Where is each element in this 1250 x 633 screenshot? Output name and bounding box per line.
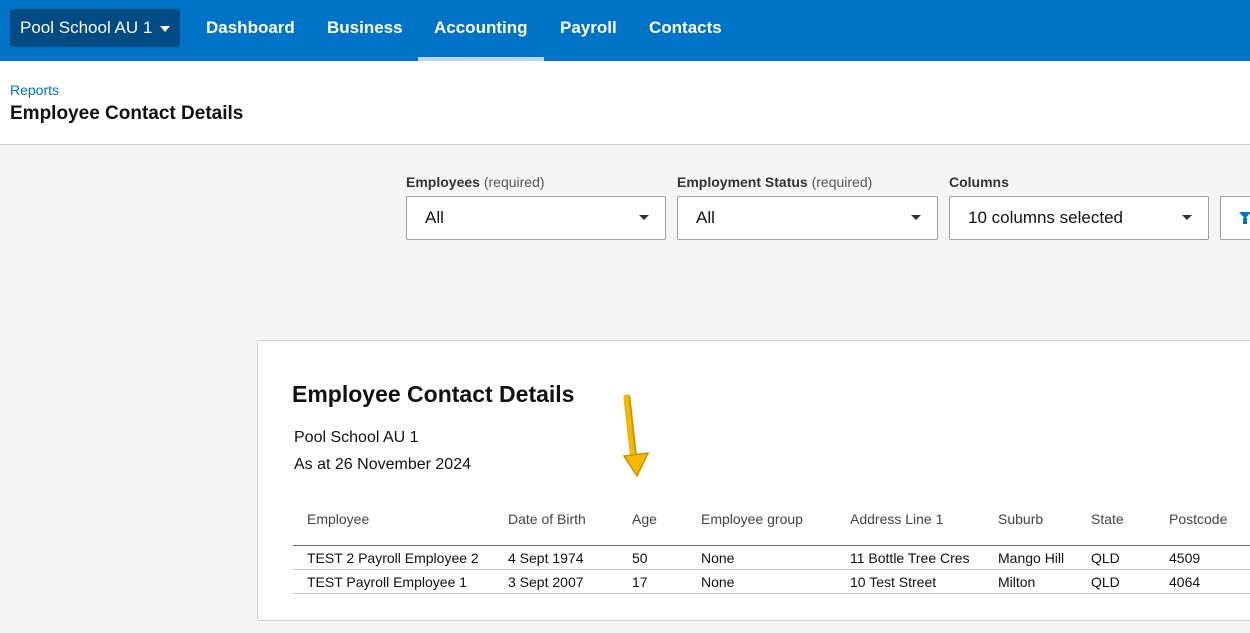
top-nav: Pool School AU 1 Dashboard Business Acco… (0, 0, 1250, 61)
cell-address-line-1: 11 Bottle Tree Cres (850, 550, 970, 566)
page-header: Reports Employee Contact Details (0, 61, 1250, 145)
employment-status-select[interactable]: All (677, 196, 938, 240)
cell-employee-group: None (701, 574, 735, 590)
column-header-postcode: Postcode (1169, 511, 1228, 527)
cell-employee-group: None (701, 550, 735, 566)
column-header-employee: Employee (307, 511, 370, 527)
columns-filter-label: Columns (949, 174, 1009, 190)
cell-suburb: Mango Hill (998, 550, 1065, 566)
cell-postcode: 4509 (1169, 550, 1201, 566)
cell-age: 50 (632, 550, 648, 566)
employment-status-filter-label: Employment Status (required) (677, 174, 873, 190)
cell-state: QLD (1091, 574, 1120, 590)
column-header-state: State (1091, 511, 1124, 527)
employees-filter-label: Employees (required) (406, 174, 545, 190)
nav-accounting[interactable]: Accounting (418, 0, 544, 61)
nav-dashboard[interactable]: Dashboard (206, 0, 295, 61)
column-header-suburb: Suburb (998, 511, 1044, 527)
caret-down-icon (639, 215, 649, 220)
cell-date-of-birth: 4 Sept 1974 (508, 550, 584, 566)
nav-contacts[interactable]: Contacts (649, 0, 722, 61)
report-card: Employee Contact Details Pool School AU … (257, 340, 1250, 621)
columns-select[interactable]: 10 columns selected (949, 196, 1209, 240)
org-name: Pool School AU 1 (20, 18, 153, 37)
page-title: Employee Contact Details (10, 103, 244, 124)
report-table: Employee Date of Birth Age Employee grou… (293, 501, 1250, 594)
org-switcher[interactable]: Pool School AU 1 (10, 9, 181, 47)
cell-state: QLD (1091, 550, 1120, 566)
report-date: As at 26 November 2024 (294, 456, 471, 473)
caret-down-icon (1182, 215, 1192, 220)
cell-date-of-birth: 3 Sept 2007 (508, 574, 584, 590)
arrow-down-icon (622, 394, 650, 478)
nav-payroll[interactable]: Payroll (560, 0, 617, 61)
report-org-name: Pool School AU 1 (294, 429, 419, 446)
cell-employee: TEST 2 Payroll Employee 2 (307, 550, 479, 566)
cell-employee: TEST Payroll Employee 1 (307, 574, 468, 590)
employees-filter: Employees (required) All (406, 174, 666, 240)
filter-button[interactable] (1220, 196, 1250, 240)
employees-select[interactable]: All (406, 196, 666, 240)
chevron-down-icon (160, 26, 171, 32)
columns-filter: Columns 10 columns selected (949, 174, 1209, 240)
column-header-date-of-birth: Date of Birth (508, 511, 586, 527)
column-header-address-line-1: Address Line 1 (850, 511, 944, 527)
cell-address-line-1: 10 Test Street (850, 574, 937, 590)
report-title: Employee Contact Details (292, 381, 575, 407)
cell-postcode: 4064 (1169, 574, 1201, 590)
nav-business[interactable]: Business (327, 0, 403, 61)
column-header-age: Age (632, 511, 657, 527)
table-header: Employee Date of Birth Age Employee grou… (293, 501, 1250, 546)
table-row: TEST Payroll Employee 1 3 Sept 2007 17 N… (293, 570, 1250, 594)
column-header-employee-group: Employee group (701, 511, 803, 527)
cell-suburb: Milton (998, 574, 1036, 590)
table-row: TEST 2 Payroll Employee 2 4 Sept 1974 50… (293, 546, 1250, 570)
cell-age: 17 (632, 574, 648, 590)
employment-status-filter: Employment Status (required) All (677, 174, 938, 240)
caret-down-icon (911, 215, 921, 220)
breadcrumb-reports[interactable]: Reports (10, 82, 59, 98)
